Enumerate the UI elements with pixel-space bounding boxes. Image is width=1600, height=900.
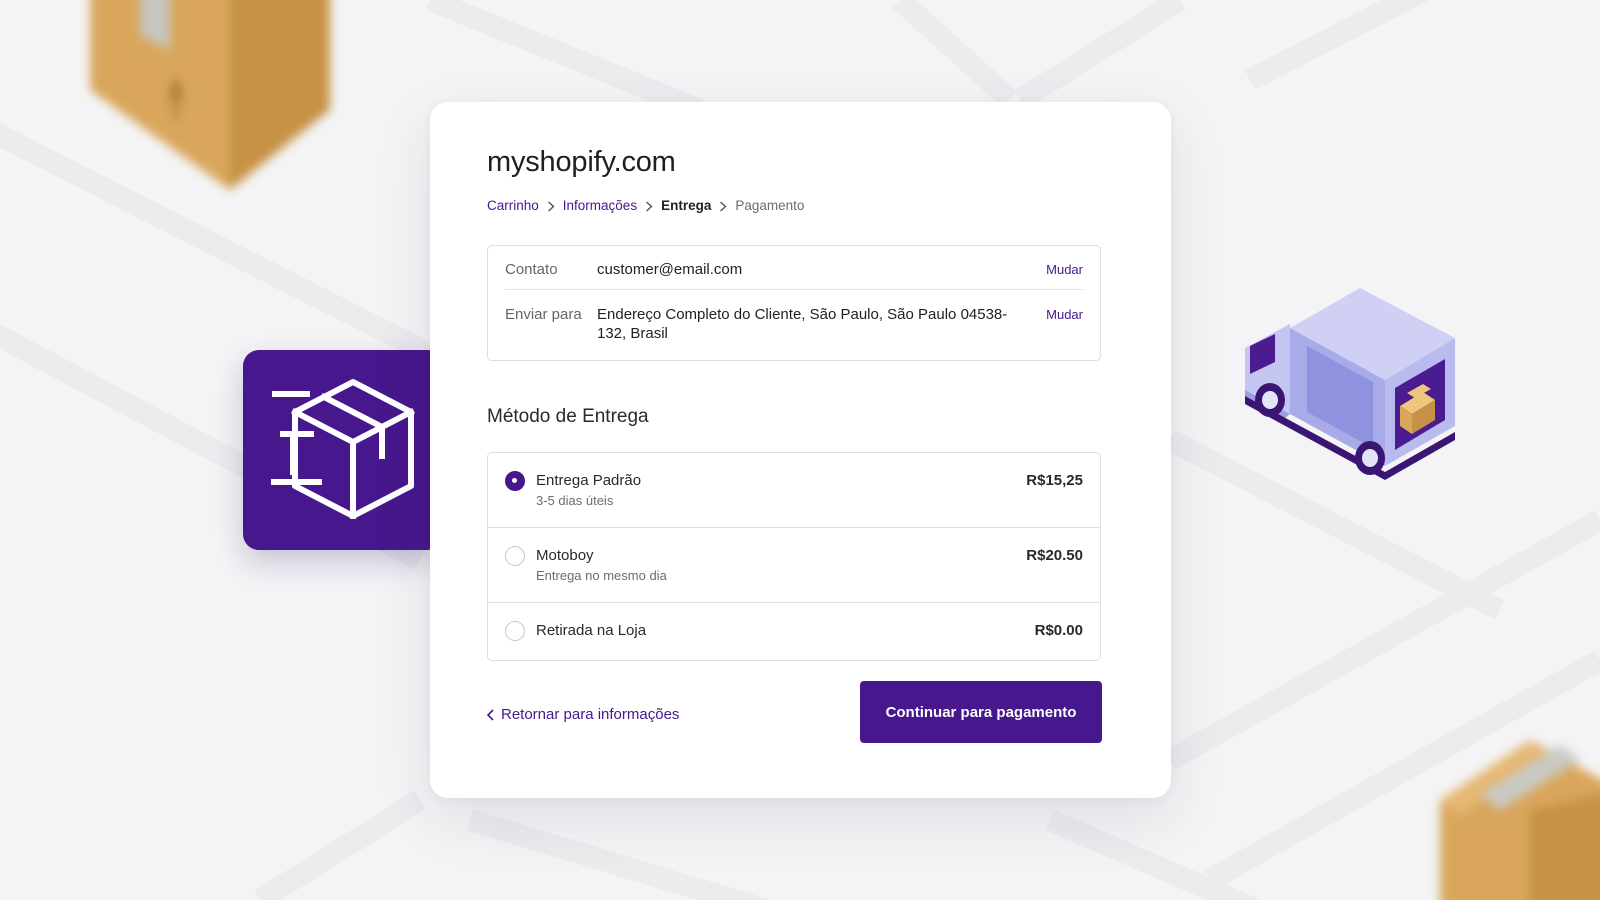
- option-price: R$15,25: [1026, 472, 1083, 489]
- shipping-option-motoboy[interactable]: Motoboy Entrega no mesmo dia R$20.50: [488, 528, 1100, 603]
- change-contact-link[interactable]: Mudar: [1046, 260, 1083, 289]
- chevron-right-icon: [637, 198, 661, 213]
- chevron-right-icon: [711, 198, 735, 213]
- option-name: Entrega Padrão: [536, 472, 642, 489]
- breadcrumb-entrega: Entrega: [661, 198, 712, 213]
- continue-to-payment-button[interactable]: Continuar para pagamento: [860, 681, 1102, 743]
- shipping-option-standard[interactable]: Entrega Padrão 3-5 dias úteis R$15,25: [488, 453, 1100, 528]
- return-to-information-link[interactable]: Retornar para informações: [487, 706, 679, 723]
- shipping-option-pickup[interactable]: Retirada na Loja R$0.00: [488, 603, 1100, 660]
- chevron-left-icon: [487, 708, 494, 721]
- ship-to-value: Endereço Completo do Cliente, São Paulo,…: [597, 306, 1008, 342]
- contact-row: Contato customer@email.com Mudar: [505, 260, 1083, 290]
- contact-label: Contato: [505, 261, 558, 278]
- cardboard-box-decoration: [1440, 740, 1600, 900]
- option-detail: 3-5 dias úteis: [536, 493, 614, 508]
- shipping-method-title: Método de Entrega: [487, 406, 649, 427]
- shipping-method-list: Entrega Padrão 3-5 dias úteis R$15,25 Mo…: [487, 452, 1101, 661]
- radio-standard[interactable]: [505, 471, 525, 491]
- app-icon-tile: [243, 350, 443, 550]
- option-name: Motoboy: [536, 547, 594, 564]
- chevron-right-icon: [539, 198, 563, 213]
- breadcrumb-pagamento: Pagamento: [735, 198, 805, 213]
- return-link-label: Retornar para informações: [501, 706, 680, 723]
- checkout-card: myshopify.com Carrinho Informações Entre…: [430, 102, 1171, 798]
- shipping-box-icon: [271, 379, 415, 519]
- radio-motoboy[interactable]: [505, 546, 525, 566]
- radio-pickup[interactable]: [505, 621, 525, 641]
- option-detail: Entrega no mesmo dia: [536, 568, 667, 583]
- breadcrumb-carrinho[interactable]: Carrinho: [487, 198, 539, 213]
- breadcrumb-informacoes[interactable]: Informações: [563, 198, 637, 213]
- ship-to-label: Enviar para: [505, 306, 582, 323]
- breadcrumb: Carrinho Informações Entrega Pagamento: [487, 198, 804, 213]
- ship-to-row: Enviar para Endereço Completo do Cliente…: [505, 305, 1083, 343]
- option-price: R$20.50: [1026, 547, 1083, 564]
- option-price: R$0.00: [1034, 622, 1083, 639]
- store-title: myshopify.com: [487, 146, 676, 178]
- delivery-truck-illustration: [1245, 288, 1455, 480]
- option-name: Retirada na Loja: [536, 622, 647, 639]
- cardboard-box-decoration: [90, 0, 330, 190]
- order-review-box: Contato customer@email.com Mudar Enviar …: [487, 245, 1101, 361]
- change-address-link[interactable]: Mudar: [1046, 305, 1083, 343]
- contact-value: customer@email.com: [597, 261, 743, 278]
